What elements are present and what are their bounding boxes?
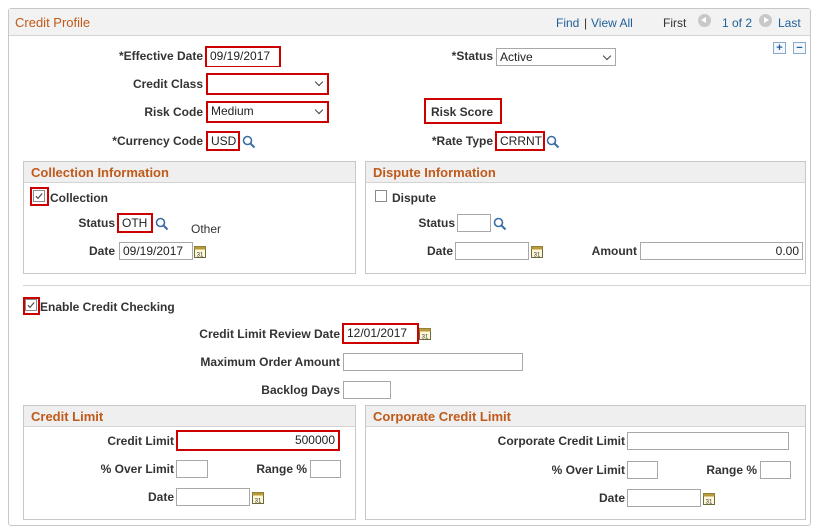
risk-code-value: Medium [211, 104, 254, 118]
credit-limit-review-date-label: Credit Limit Review Date [199, 327, 340, 341]
corporate-credit-limit-label: Corporate Credit Limit [497, 434, 625, 448]
next-icon[interactable] [759, 14, 772, 27]
dispute-date-label: Date [426, 244, 453, 258]
collection-date-input[interactable]: 09/19/2017 [119, 242, 193, 260]
first-label: First [663, 16, 687, 30]
enable-credit-checking-label: Enable Credit Checking [40, 300, 175, 314]
backlog-days-label: Backlog Days [261, 383, 340, 397]
credit-limit-review-date-input[interactable]: 12/01/2017 [344, 325, 417, 342]
collection-checkbox[interactable] [33, 190, 45, 202]
chevron-down-icon [314, 105, 324, 115]
effective-date-input[interactable]: 09/19/2017 [207, 48, 279, 66]
credit-limit-input[interactable]: 500000 [178, 432, 338, 449]
view-all-link[interactable]: View All [591, 16, 633, 30]
section-divider [23, 285, 810, 286]
calendar-icon[interactable] [419, 327, 431, 340]
maximum-order-amount-label: Maximum Order Amount [200, 355, 340, 369]
credit-range-input[interactable] [310, 460, 341, 478]
calendar-icon[interactable] [194, 245, 206, 258]
dispute-checkbox[interactable] [375, 190, 387, 202]
dispute-amount-label: Amount [591, 244, 637, 258]
corporate-date-label: Date [598, 491, 625, 505]
credit-date-label: Date [147, 490, 174, 504]
corporate-over-limit-input[interactable] [627, 461, 658, 479]
status-value: Active [500, 50, 533, 64]
enable-credit-checking-checkbox[interactable] [25, 299, 37, 311]
search-icon[interactable] [155, 217, 169, 231]
corporate-range-input[interactable] [760, 461, 791, 479]
find-link[interactable]: Find [556, 16, 579, 30]
dispute-title: Dispute Information [373, 165, 496, 180]
collection-status-description: Other [191, 222, 222, 236]
maximum-order-amount-input[interactable] [343, 353, 523, 371]
effective-date-label: *Effective Date [118, 49, 203, 63]
panel-header: Credit Profile Find | View All First 1 o… [9, 9, 810, 36]
delete-row-button[interactable]: − [793, 42, 806, 54]
corporate-date-input[interactable] [627, 489, 701, 507]
calendar-icon[interactable] [252, 491, 264, 504]
risk-code-select[interactable]: Medium [208, 103, 327, 121]
credit-over-limit-label: % Over Limit [100, 462, 174, 476]
collection-status-input[interactable]: OTH [119, 215, 151, 231]
collection-checkbox-label: Collection [50, 191, 109, 205]
last-link[interactable]: Last [778, 16, 801, 30]
credit-date-input[interactable] [176, 488, 250, 506]
credit-limit-title: Credit Limit [31, 409, 104, 424]
risk-code-label: Risk Code [144, 105, 203, 119]
risk-score-label: Risk Score [431, 105, 494, 119]
credit-limit-label: Credit Limit [107, 434, 174, 448]
add-row-button[interactable]: + [773, 42, 786, 54]
calendar-icon[interactable] [531, 245, 543, 258]
corporate-range-label: Range % [706, 463, 757, 477]
previous-icon[interactable] [698, 14, 711, 27]
rate-type-label: *Rate Type [431, 134, 493, 148]
credit-over-limit-input[interactable] [176, 460, 208, 478]
status-select[interactable]: Active [496, 48, 616, 66]
corporate-credit-limit-title: Corporate Credit Limit [373, 409, 511, 424]
currency-code-input[interactable]: USD [208, 133, 238, 149]
chevron-down-icon [314, 77, 324, 87]
rate-type-input[interactable]: CRRNT [497, 133, 543, 149]
nav-separator: | [584, 16, 588, 30]
dispute-date-input[interactable] [455, 242, 529, 260]
collection-title: Collection Information [31, 165, 169, 180]
dispute-checkbox-label: Dispute [392, 191, 437, 205]
backlog-days-input[interactable] [343, 381, 391, 399]
collection-date-label: Date [88, 244, 115, 258]
credit-profile-panel: Credit Profile Find | View All First 1 o… [8, 8, 811, 526]
search-icon[interactable] [493, 217, 507, 231]
page-indicator: 1 of 2 [722, 16, 753, 30]
calendar-icon[interactable] [703, 492, 715, 505]
corporate-credit-limit-input[interactable] [627, 432, 789, 450]
currency-code-label: *Currency Code [112, 134, 203, 148]
status-label: *Status [451, 49, 493, 63]
search-icon[interactable] [242, 135, 256, 149]
credit-class-select[interactable] [208, 75, 327, 93]
credit-range-label: Range % [256, 462, 307, 476]
dispute-amount-input[interactable]: 0.00 [640, 242, 803, 260]
panel-title: Credit Profile [15, 15, 91, 30]
search-icon[interactable] [546, 135, 560, 149]
dispute-status-label: Status [418, 216, 455, 230]
dispute-status-input[interactable] [457, 214, 491, 232]
chevron-down-icon [602, 51, 612, 61]
corporate-over-limit-label: % Over Limit [551, 463, 625, 477]
collection-status-label: Status [78, 216, 115, 230]
credit-class-label: Credit Class [132, 77, 203, 91]
